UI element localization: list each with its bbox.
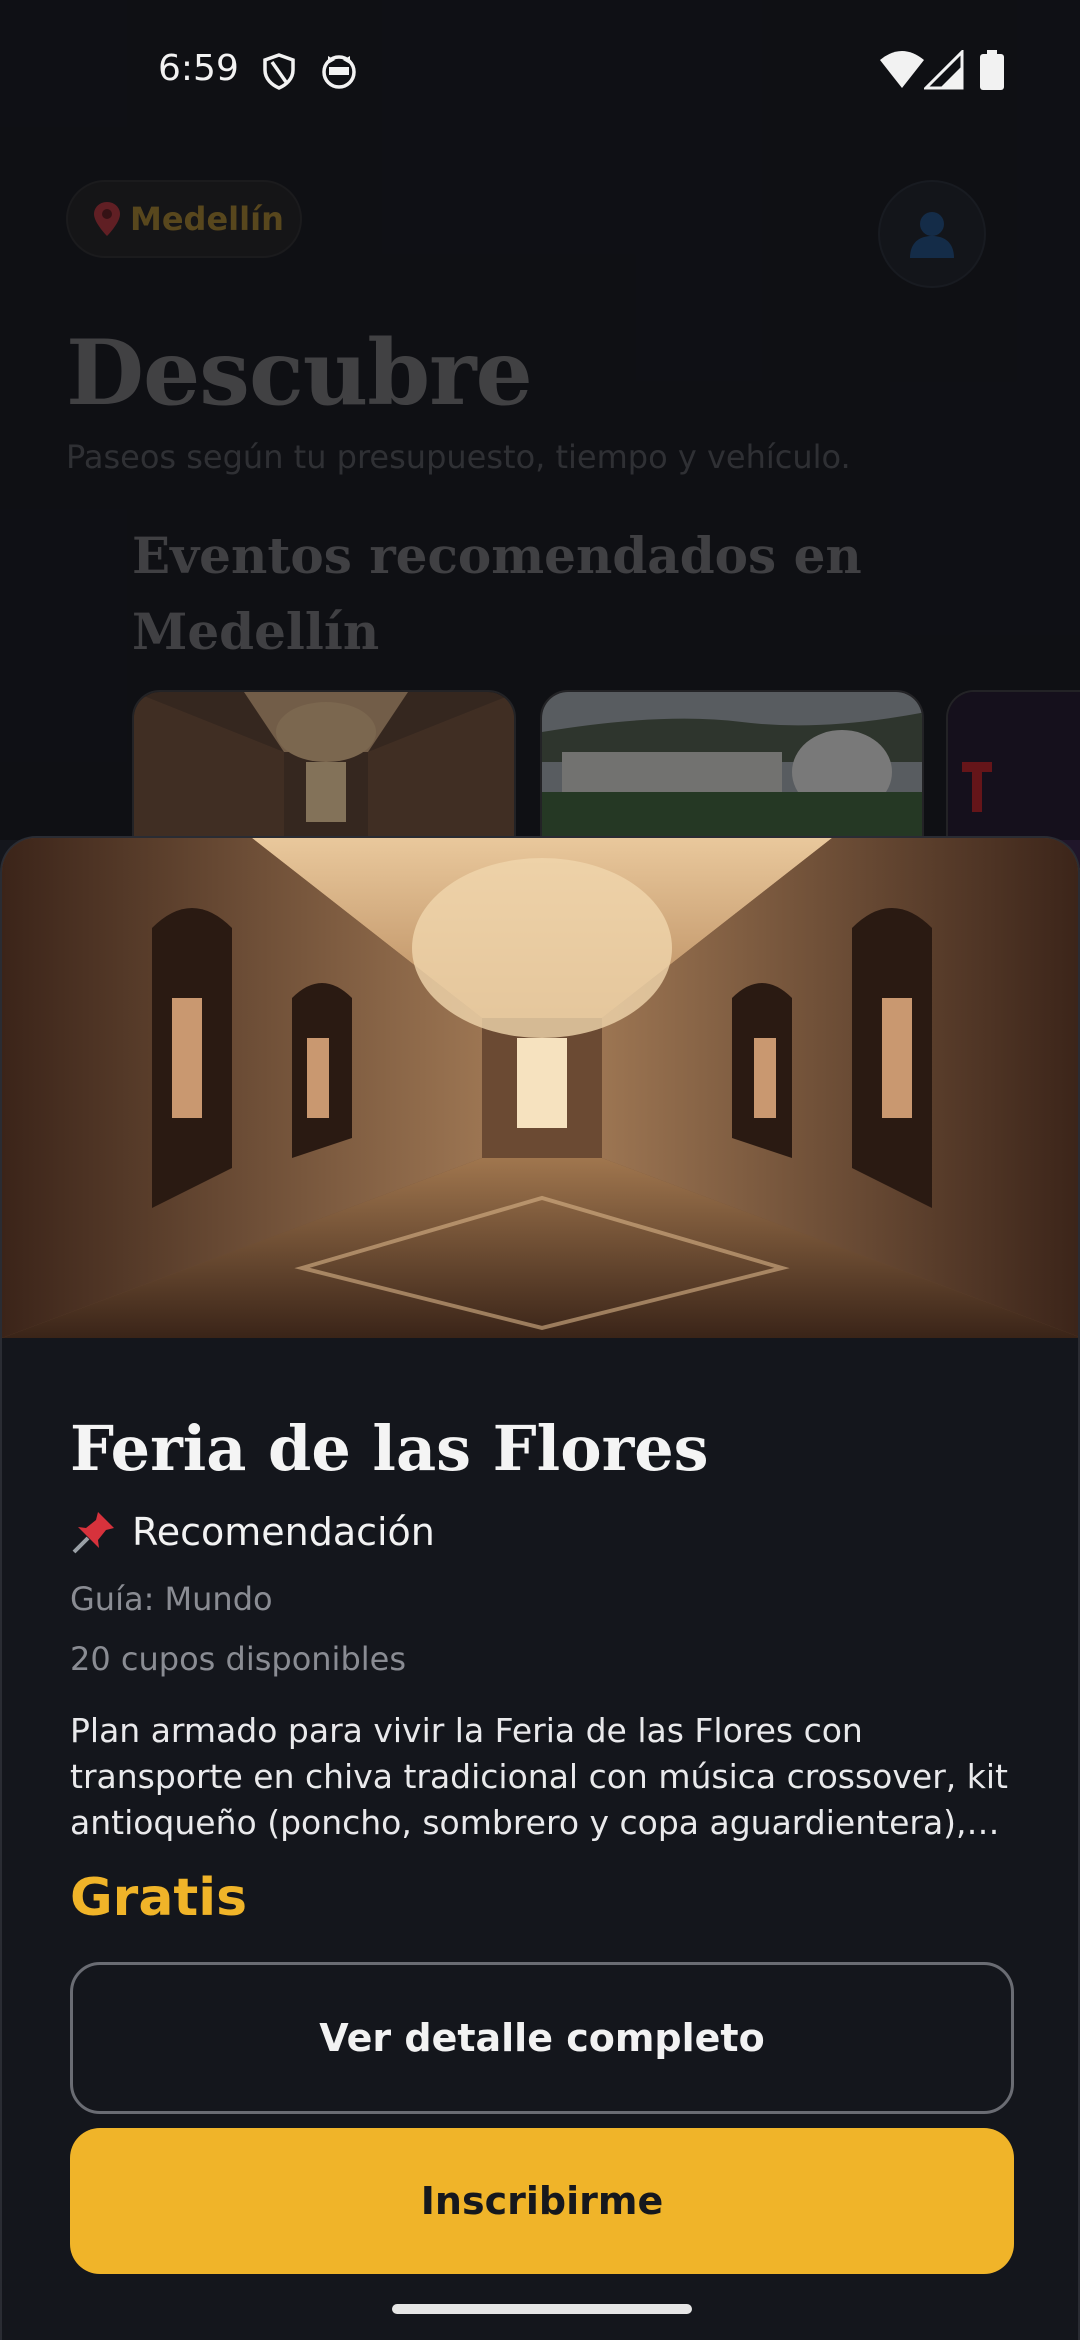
view-details-button[interactable]: Ver detalle completo bbox=[70, 1962, 1014, 2114]
home-indicator[interactable] bbox=[392, 2304, 692, 2314]
cell-signal-icon bbox=[924, 50, 964, 90]
screen: Medellín Descubre Paseos según tu presup… bbox=[0, 0, 1080, 2340]
wifi-icon bbox=[880, 51, 924, 88]
signup-button[interactable]: Inscribirme bbox=[70, 2128, 1014, 2274]
recommendation-tag: Recomendación bbox=[70, 1508, 435, 1556]
price-label: Gratis bbox=[70, 1868, 248, 1928]
status-time: 6:59 bbox=[158, 48, 239, 89]
hero-image bbox=[2, 838, 1078, 1338]
recommendation-label: Recomendación bbox=[132, 1510, 435, 1554]
event-title: Feria de las Flores bbox=[70, 1412, 709, 1485]
shield-icon bbox=[263, 53, 295, 90]
event-description: Plan armado para vivir la Feria de las F… bbox=[70, 1711, 1008, 1842]
cat-face-icon bbox=[322, 55, 356, 89]
event-bottom-sheet: Feria de las Flores Recomendación Guía: … bbox=[0, 836, 1080, 2340]
available-spots: 20 cupos disponibles bbox=[70, 1640, 406, 1678]
pushpin-icon bbox=[72, 1512, 114, 1554]
guide-text: Guía: Mundo bbox=[70, 1580, 273, 1618]
battery-icon bbox=[980, 50, 1004, 90]
status-bar: 6:59 bbox=[0, 0, 1080, 140]
